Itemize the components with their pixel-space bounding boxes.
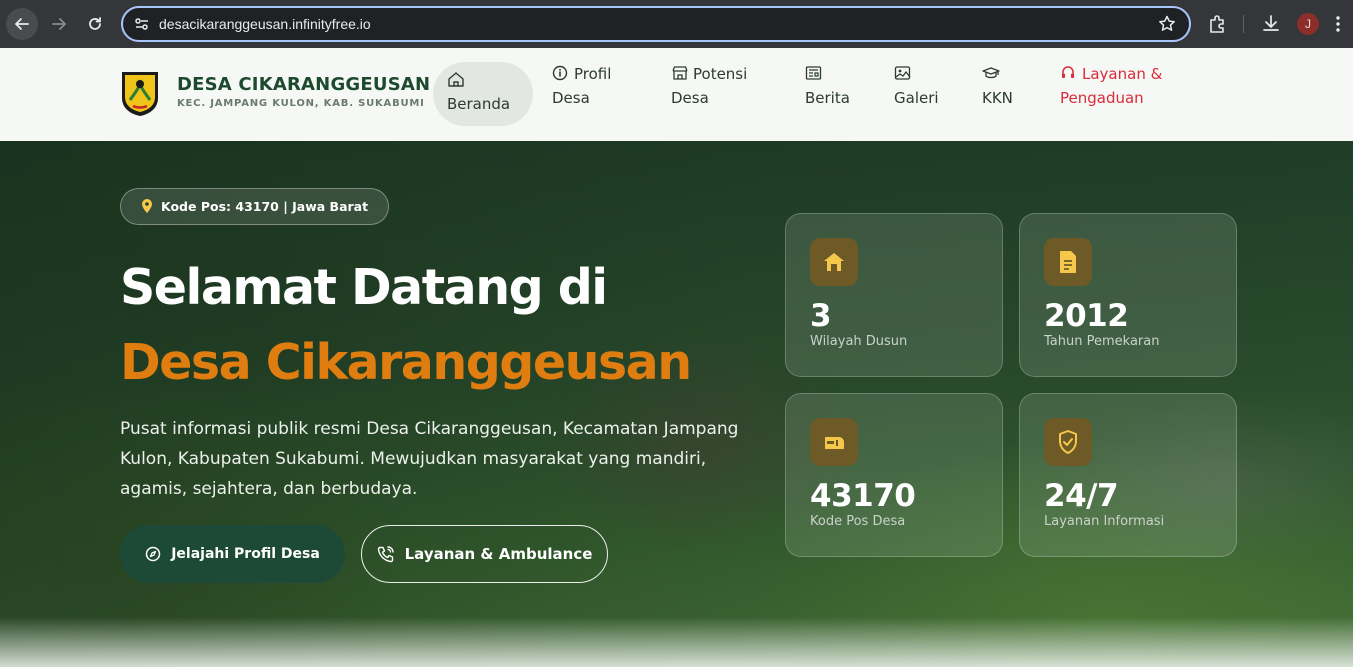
nav-profil-desa[interactable]: Profil Desa bbox=[552, 62, 611, 126]
back-button[interactable] bbox=[6, 8, 38, 40]
shield-check-icon bbox=[1059, 430, 1077, 454]
stat-icon-box bbox=[1044, 418, 1092, 466]
nav-label-line1: Potensi bbox=[693, 65, 748, 83]
stat-icon-box bbox=[810, 418, 858, 466]
reload-button[interactable] bbox=[79, 8, 111, 40]
newspaper-icon bbox=[805, 66, 822, 80]
nav-berita[interactable]: Berita bbox=[805, 62, 850, 126]
stat-label: Layanan Informasi bbox=[1044, 514, 1165, 529]
reload-icon bbox=[89, 17, 101, 30]
stat-label: Tahun Pemekaran bbox=[1044, 334, 1160, 349]
arrow-left-icon bbox=[15, 18, 29, 30]
brand-subtitle: KEC. JAMPANG KULON, KAB. SUKABUMI bbox=[177, 98, 425, 109]
forward-button[interactable] bbox=[43, 8, 75, 40]
services-ambulance-label: Layanan & Ambulance bbox=[404, 545, 593, 563]
site-header: DESA CIKARANGGEUSAN KEC. JAMPANG KULON, … bbox=[0, 48, 1353, 141]
stat-card-layanan: 24/7 Layanan Informasi bbox=[1019, 393, 1237, 557]
hero-description: Pusat informasi publik resmi Desa Cikara… bbox=[120, 419, 739, 499]
image-icon bbox=[894, 66, 911, 80]
stat-value: 43170 bbox=[810, 478, 916, 514]
stat-value: 2012 bbox=[1044, 298, 1129, 334]
map-pin-icon bbox=[142, 199, 152, 213]
nav-label: Galeri bbox=[894, 89, 939, 107]
nav-layanan-pengaduan[interactable]: Layanan & Pengaduan bbox=[1060, 62, 1162, 126]
nav-galeri[interactable]: Galeri bbox=[894, 62, 939, 126]
nav-label: Berita bbox=[805, 89, 850, 107]
explore-profile-label: Jelajahi Profil Desa bbox=[171, 546, 320, 562]
village-emblem-logo[interactable] bbox=[120, 70, 160, 118]
stat-value: 3 bbox=[810, 298, 832, 334]
nav-label-line1: Layanan & bbox=[1082, 65, 1163, 83]
mailbox-icon bbox=[825, 437, 844, 449]
stat-icon-box bbox=[810, 238, 858, 286]
profile-avatar[interactable]: J bbox=[1297, 13, 1319, 35]
stat-label: Kode Pos Desa bbox=[810, 514, 906, 529]
brand-name[interactable]: DESA CIKARANGGEUSAN bbox=[177, 74, 430, 95]
nav-label: Beranda bbox=[447, 95, 511, 113]
nav-potensi-desa[interactable]: Potensi Desa bbox=[671, 62, 747, 126]
nav-kkn[interactable]: KKN bbox=[982, 62, 1013, 126]
url-text[interactable]: desacikaranggeusan.infinityfree.io bbox=[159, 16, 371, 32]
stat-card-kodepos: 43170 Kode Pos Desa bbox=[785, 393, 1003, 557]
extensions-icon[interactable] bbox=[1207, 13, 1229, 35]
nav-label-line1: Profil bbox=[574, 65, 612, 83]
shop-icon bbox=[672, 66, 688, 80]
arrow-right-icon bbox=[52, 18, 66, 30]
document-icon bbox=[1060, 251, 1076, 273]
address-bar[interactable]: desacikaranggeusan.infinityfree.io bbox=[121, 6, 1191, 42]
browser-toolbar: desacikaranggeusan.infinityfree.io J bbox=[0, 0, 1353, 48]
stat-card-pemekaran: 2012 Tahun Pemekaran bbox=[1019, 213, 1237, 377]
compass-icon bbox=[145, 546, 161, 562]
services-ambulance-button[interactable]: Layanan & Ambulance bbox=[361, 525, 608, 583]
more-menu-icon[interactable] bbox=[1335, 14, 1341, 34]
location-badge: Kode Pos: 43170 | Jawa Barat bbox=[120, 188, 390, 225]
download-icon[interactable] bbox=[1261, 13, 1281, 33]
stat-card-dusun: 3 Wilayah Dusun bbox=[785, 213, 1003, 377]
toolbar-divider bbox=[1243, 15, 1244, 33]
hero-section: Kode Pos: 43170 | Jawa Barat Selamat Dat… bbox=[0, 141, 1353, 667]
explore-profile-button[interactable]: Jelajahi Profil Desa bbox=[120, 525, 345, 583]
site-settings-icon[interactable] bbox=[133, 15, 151, 33]
graduation-cap-icon bbox=[982, 67, 1000, 79]
nav-label-line2: Desa bbox=[671, 89, 709, 107]
stat-icon-box bbox=[1044, 238, 1092, 286]
info-icon bbox=[552, 65, 568, 81]
hero-title-line1: Selamat Datang di bbox=[120, 259, 608, 316]
hero-title-line2: Desa Cikaranggeusan bbox=[120, 334, 692, 391]
phone-call-icon bbox=[377, 546, 394, 563]
stat-value: 24/7 bbox=[1044, 478, 1119, 514]
badge-text: Kode Pos: 43170 | Jawa Barat bbox=[161, 199, 369, 214]
stat-label: Wilayah Dusun bbox=[810, 334, 908, 349]
home-icon bbox=[448, 72, 464, 87]
nav-beranda[interactable]: Beranda bbox=[433, 62, 533, 126]
home-icon bbox=[824, 253, 844, 271]
nav-label-line2: Pengaduan bbox=[1060, 89, 1144, 107]
bookmark-star-icon[interactable] bbox=[1157, 14, 1177, 34]
nav-label: KKN bbox=[982, 89, 1013, 107]
headset-icon bbox=[1062, 66, 1074, 78]
nav-label-line2: Desa bbox=[552, 89, 590, 107]
